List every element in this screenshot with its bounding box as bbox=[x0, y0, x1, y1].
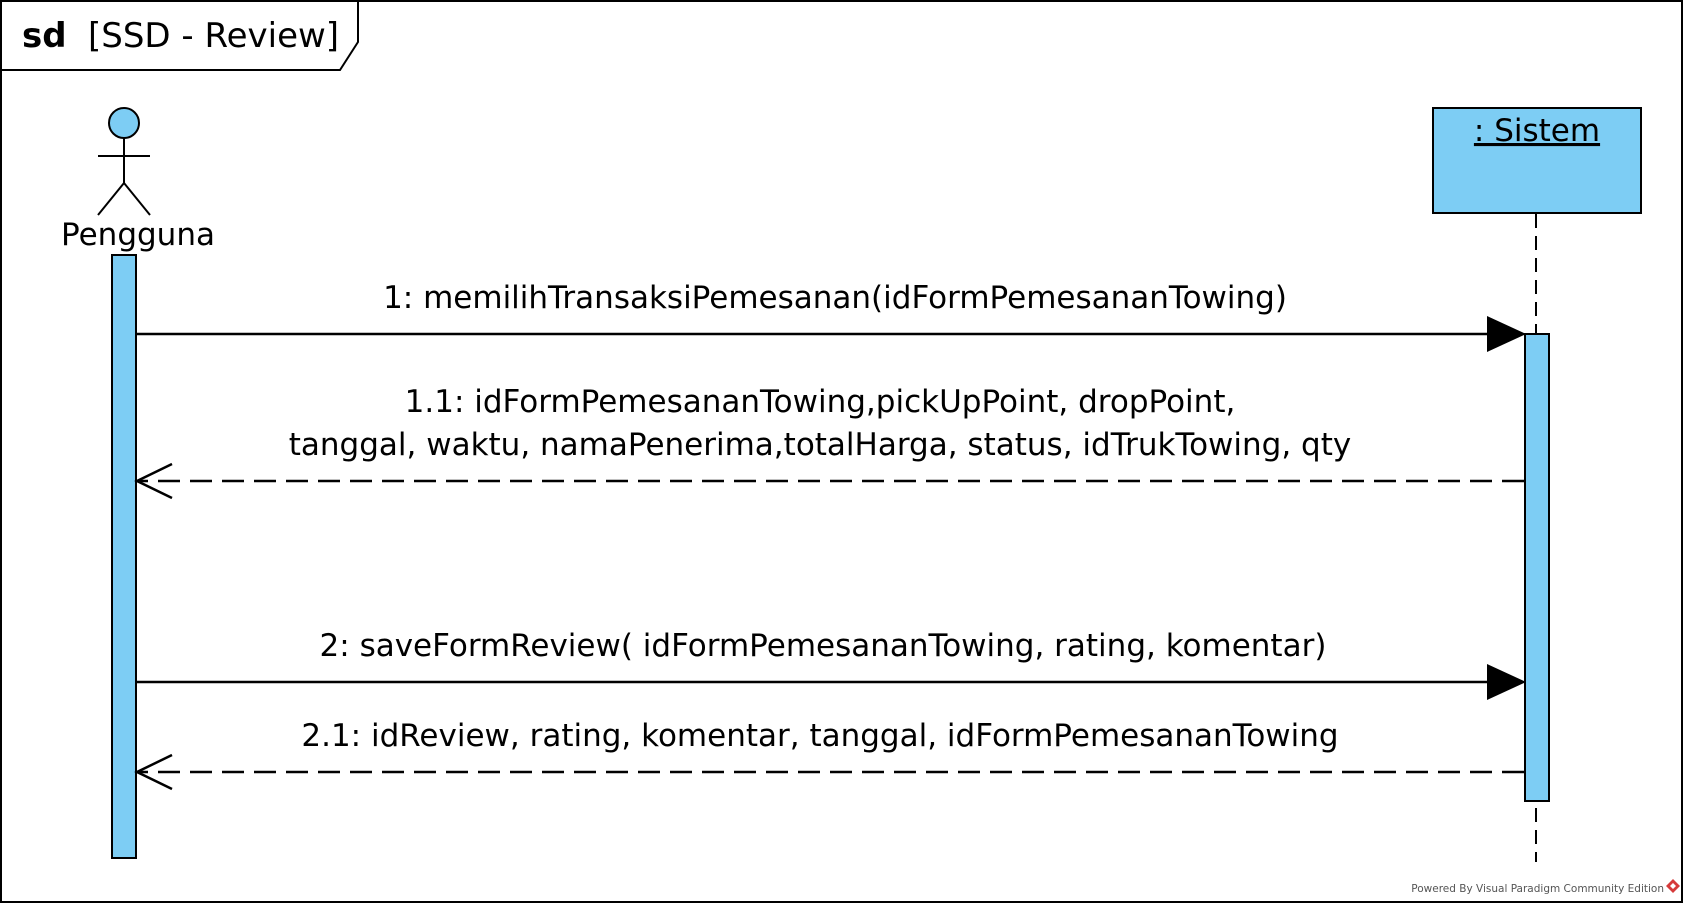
object-name: : Sistem bbox=[1474, 113, 1600, 149]
actor-head bbox=[108, 107, 140, 139]
message-1-1-label-line-1: 1.1: idFormPemesananTowing,pickUpPoint, … bbox=[405, 384, 1236, 420]
actor-name: Pengguna bbox=[61, 217, 215, 253]
message-1-1-label-line-2: tanggal, waktu, namaPenerima,totalHarga,… bbox=[289, 427, 1351, 463]
credit-text: Powered By Visual Paradigm Community Edi… bbox=[1411, 883, 1664, 895]
sequence-diagram: sd [SSD - Review] Pengguna : Sistem 1: m… bbox=[0, 0, 1683, 903]
message-2-label: 2: saveFormReview( idFormPemesananTowing… bbox=[320, 628, 1327, 664]
sistem-activation-bar bbox=[1524, 333, 1550, 802]
frame-keyword: sd bbox=[22, 16, 67, 56]
actor-activation-bar bbox=[111, 254, 137, 859]
message-2-1-label: 2.1: idReview, rating, komentar, tanggal… bbox=[301, 718, 1338, 754]
message-1-label: 1: memilihTransaksiPemesanan(idFormPemes… bbox=[383, 280, 1287, 316]
frame-title: [SSD - Review] bbox=[88, 16, 339, 56]
object-sistem: : Sistem bbox=[1432, 107, 1642, 214]
